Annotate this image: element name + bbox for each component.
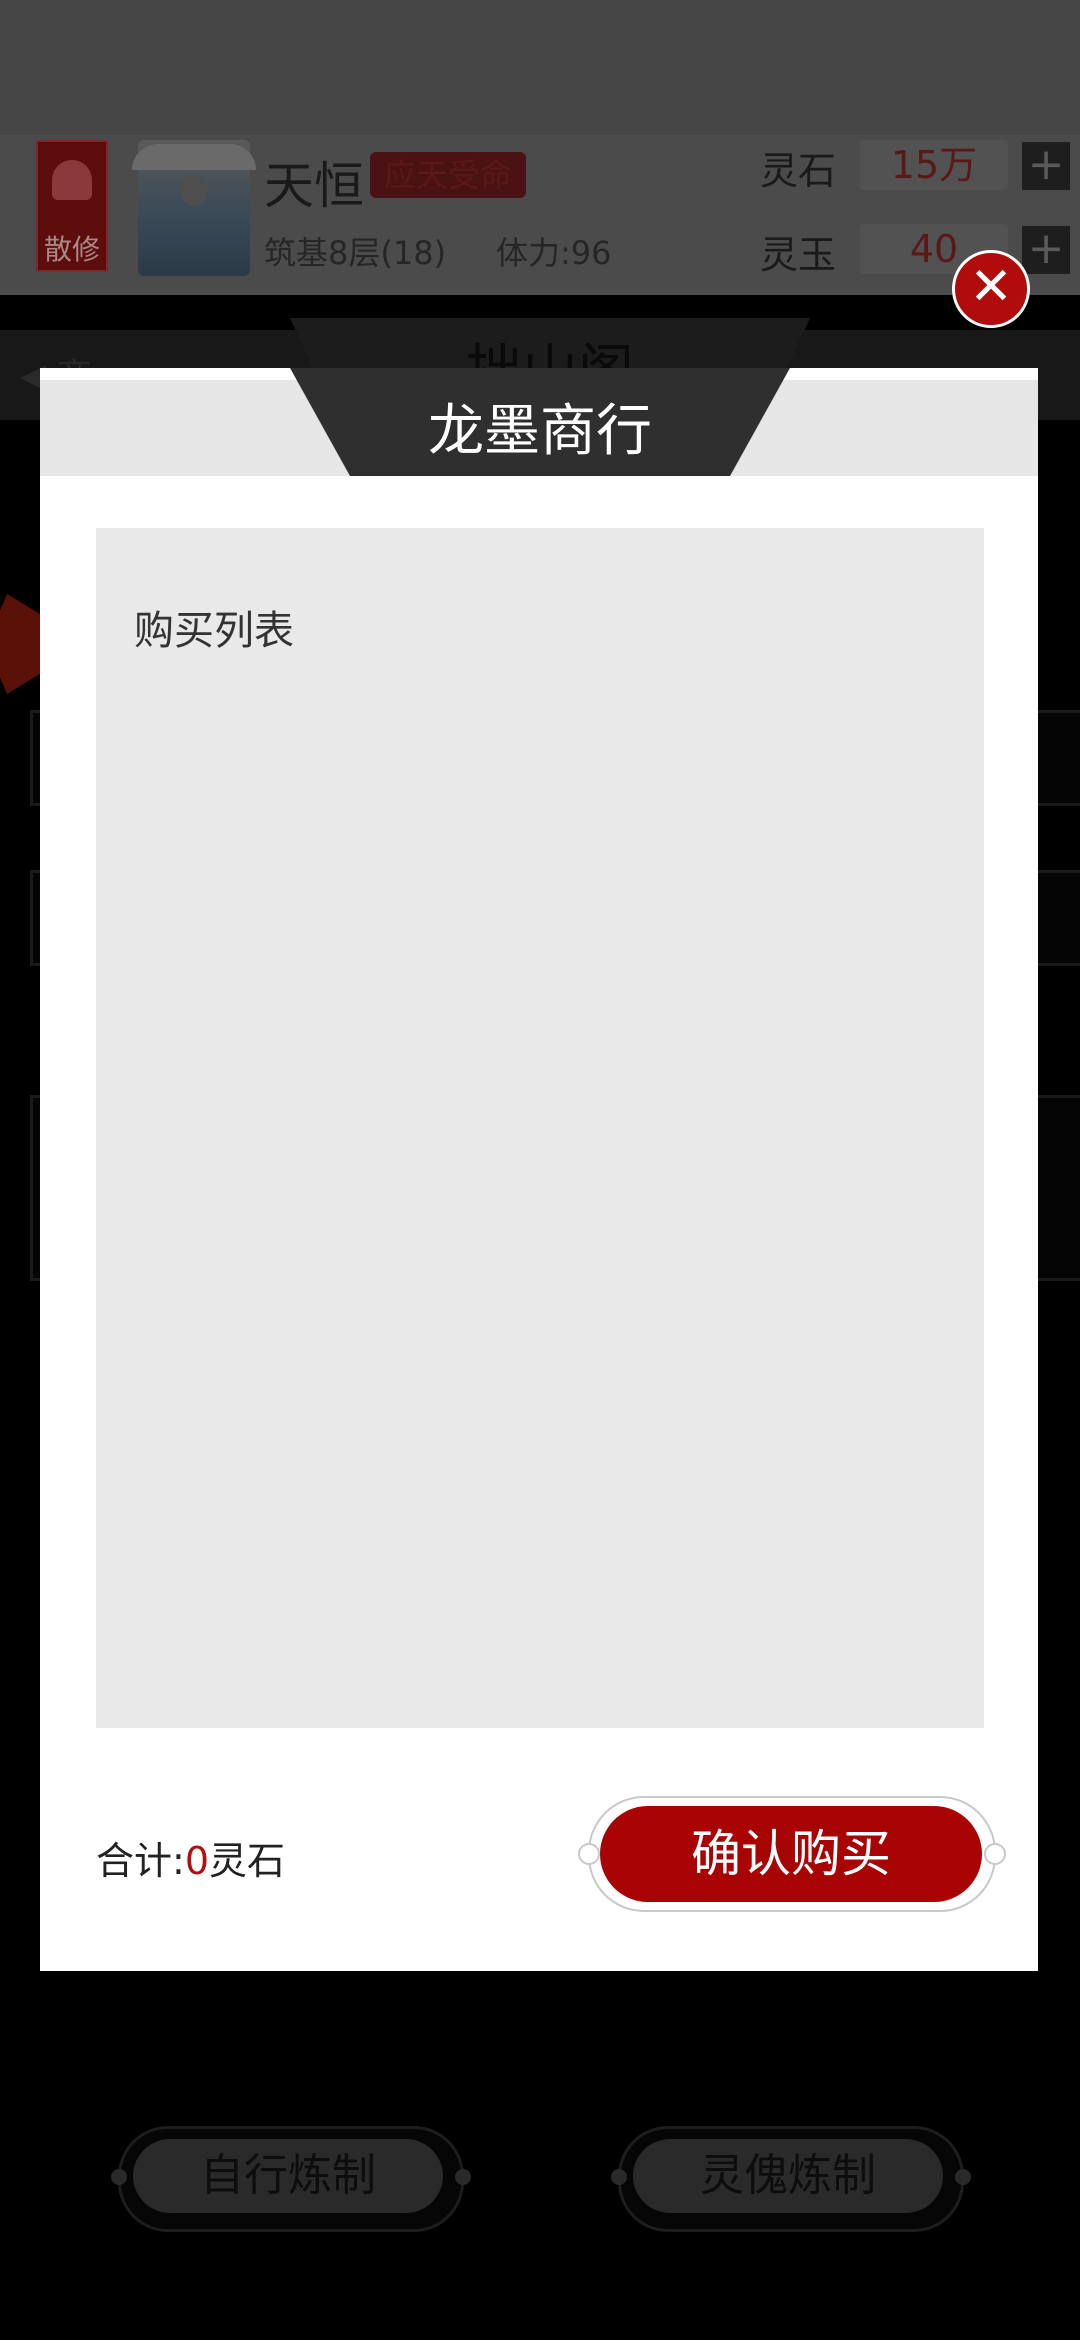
- total-unit: 灵石: [209, 1839, 286, 1883]
- player-title-badge: 应天受命: [370, 152, 527, 198]
- player-name: 天恒: [264, 157, 364, 215]
- plus-icon[interactable]: +: [1022, 142, 1070, 190]
- status-area: [0, 0, 1080, 145]
- puppet-refine-button[interactable]: 灵傀炼制: [611, 2126, 971, 2232]
- avatar[interactable]: [132, 140, 256, 276]
- cultivation-realm: 筑基8层(18): [264, 234, 447, 272]
- button-ornament: [111, 2169, 127, 2185]
- lotus-icon: [52, 160, 92, 200]
- avatar-head-shape: [180, 174, 208, 206]
- total-amount: 0: [184, 1839, 209, 1883]
- plus-icon[interactable]: +: [1022, 226, 1070, 274]
- self-refine-button[interactable]: 自行炼制: [111, 2126, 471, 2232]
- shop-dialog: 龙墨商行 购买列表 合计:0灵石 确认购买: [40, 368, 1038, 1971]
- button-ornament: [984, 1843, 1006, 1865]
- button-ornament: [611, 2169, 627, 2185]
- spirit-jade-label: 灵玉: [760, 233, 837, 277]
- puppet-refine-label: 灵傀炼制: [633, 2139, 943, 2213]
- self-refine-label: 自行炼制: [133, 2139, 443, 2213]
- purchase-list-heading: 购买列表: [134, 608, 294, 654]
- button-ornament: [955, 2169, 971, 2185]
- sect-badge-label: 散修: [43, 233, 100, 266]
- confirm-button-frame: 确认购买: [578, 1796, 1006, 1912]
- dialog-title: 龙墨商行: [428, 399, 652, 464]
- stamina-value: 体力:96: [496, 234, 612, 272]
- spirit-stone-value: 15万: [860, 140, 1008, 190]
- total-cost: 合计:0灵石: [96, 1830, 285, 1885]
- dialog-title-tab: 龙墨商行: [290, 368, 790, 476]
- total-prefix: 合计:: [96, 1839, 185, 1883]
- purchase-list[interactable]: 购买列表: [96, 528, 984, 1728]
- button-ornament: [455, 2169, 471, 2185]
- confirm-purchase-button[interactable]: 确认购买: [600, 1806, 982, 1902]
- sect-badge[interactable]: 散修: [36, 140, 108, 272]
- spirit-stone-label: 灵石: [760, 149, 837, 193]
- close-icon[interactable]: ✕: [952, 250, 1030, 328]
- button-ornament: [578, 1843, 600, 1865]
- umbrella-shape: [132, 144, 256, 170]
